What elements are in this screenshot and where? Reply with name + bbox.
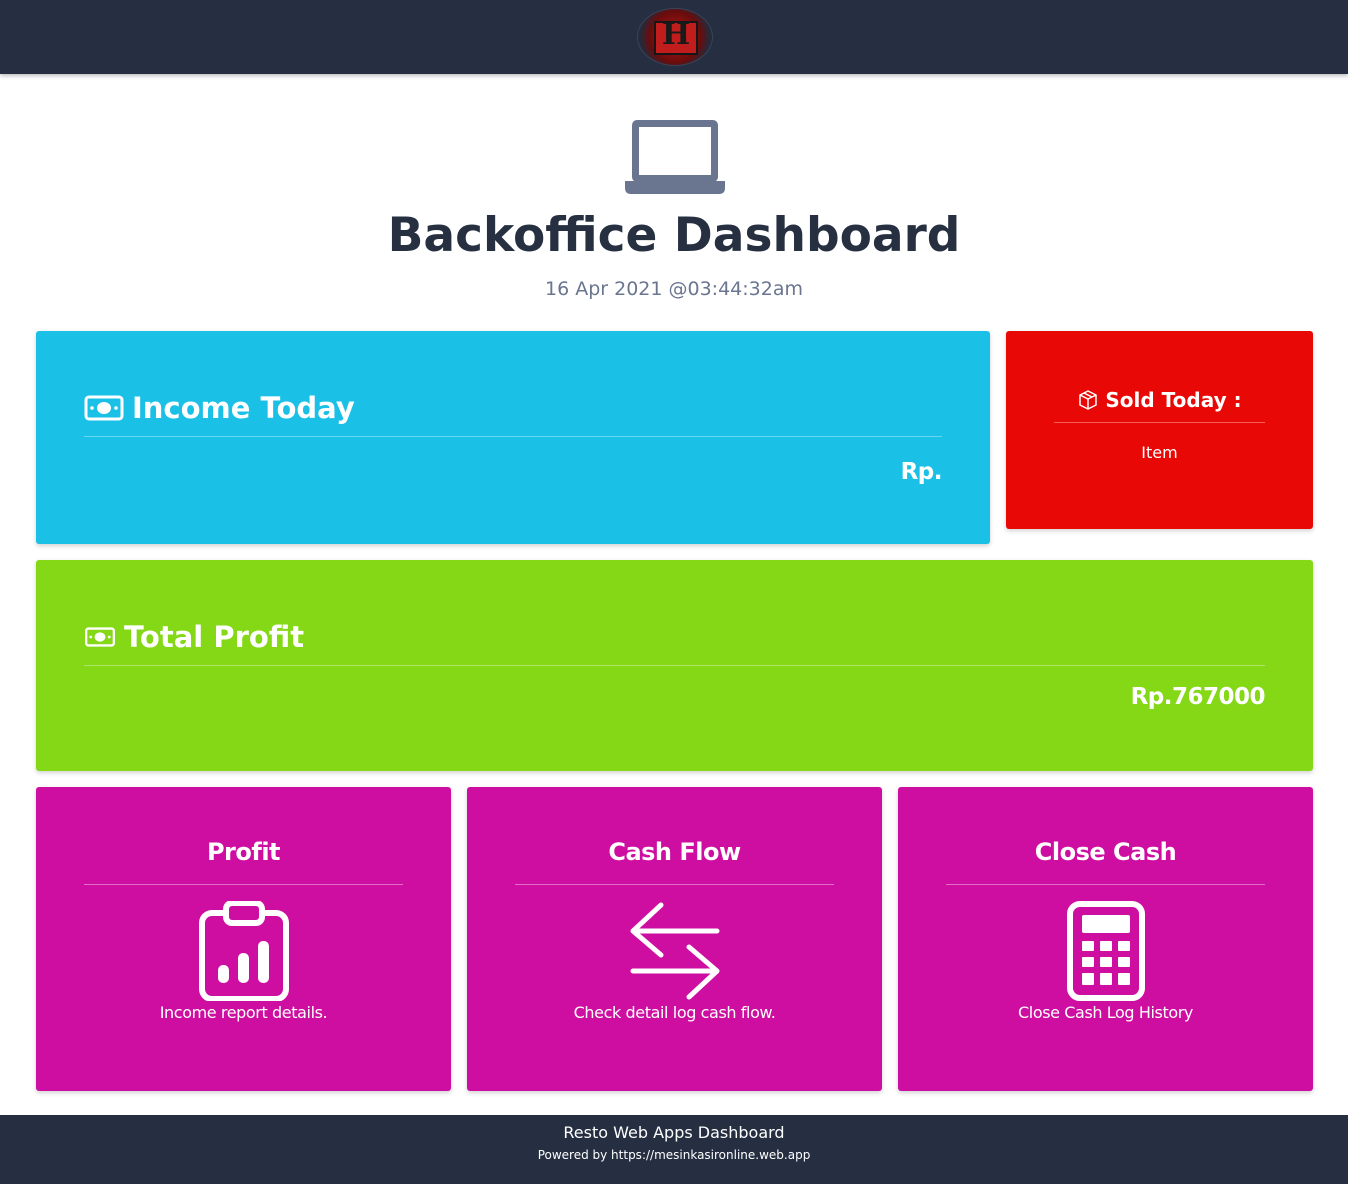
close-cash-tile[interactable]: Close Cash Close Cash Log History [898,787,1313,1091]
profit-tile-description: Income report details. [159,1003,328,1022]
clipboard-chart-icon [198,901,289,1001]
profit-tile-title: Profit [84,835,403,885]
box-icon [1079,389,1098,410]
calculator-icon [1066,901,1145,1001]
income-today-card: Income Today Rp. [36,331,990,544]
brand-logo[interactable]: H [637,8,713,66]
profit-tile[interactable]: Profit Income report details. [36,787,451,1091]
sold-today-card: Sold Today : Item [1006,331,1313,529]
close-cash-tile-title: Close Cash [946,835,1265,885]
sold-today-unit: Item [1141,443,1178,462]
money-bill-icon [85,626,115,647]
sold-today-label: Sold Today : [1105,387,1242,412]
laptop-icon [625,120,725,194]
total-profit-header: Total Profit [84,608,1265,666]
arrows-exchange-icon [630,902,719,1000]
income-today-value: Rp. [900,459,943,485]
page-title: Backoffice Dashboard [387,208,961,263]
footer: Resto Web Apps Dashboard Powered by http… [0,1115,1348,1184]
cash-flow-tile[interactable]: Cash Flow Check detail log cash flow. [467,787,882,1091]
cash-flow-tile-title: Cash Flow [515,835,834,885]
footer-title: Resto Web Apps Dashboard [563,1123,785,1142]
total-profit-value: Rp.767000 [1130,684,1266,710]
total-profit-label: Total Profit [124,619,305,654]
top-navbar: H [0,0,1348,74]
sold-today-header: Sold Today : [1054,377,1265,423]
logo-letter: H [661,17,691,52]
income-today-header: Income Today [84,379,942,437]
close-cash-tile-description: Close Cash Log History [1018,1003,1193,1022]
cash-flow-tile-description: Check detail log cash flow. [573,1003,776,1022]
total-profit-card: Total Profit Rp.767000 [36,560,1313,771]
money-bill-icon [84,395,124,420]
current-datetime: 16 Apr 2021 @03:44:32am [544,278,803,300]
footer-powered-by[interactable]: Powered by https://mesinkasironline.web.… [0,1148,1348,1162]
income-today-label: Income Today [132,390,355,425]
